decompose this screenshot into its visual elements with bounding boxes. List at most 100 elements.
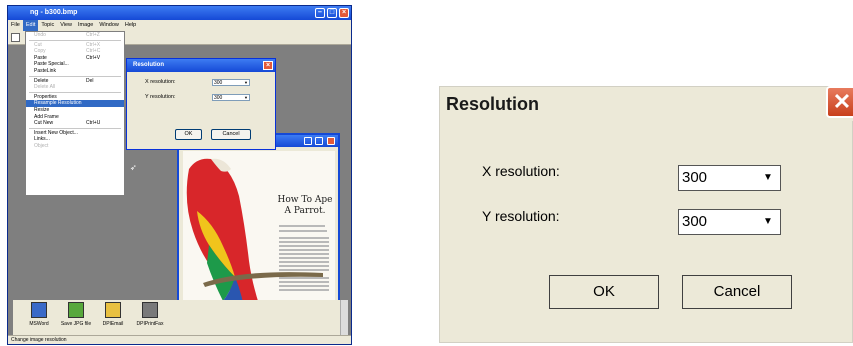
menu-separator bbox=[29, 75, 121, 77]
menu-item-label: Delete bbox=[34, 77, 49, 84]
menu-item-delete-all: Delete All bbox=[26, 84, 124, 91]
app-title-text: ng - b300.bmp bbox=[30, 9, 78, 16]
image-maximize-button[interactable] bbox=[315, 137, 323, 145]
menu-topic[interactable]: Topic bbox=[38, 20, 57, 31]
menu-image[interactable]: Image bbox=[75, 20, 96, 31]
mini-dialog-close-icon[interactable]: × bbox=[263, 61, 273, 70]
app-title-bar: ng - b300.bmp – □ × bbox=[8, 6, 351, 20]
menu-item-copy: Copy Ctrl+C bbox=[26, 48, 124, 55]
menu-help[interactable]: Help bbox=[122, 20, 139, 31]
menu-item-cut-new[interactable]: Cut New Ctrl+U bbox=[26, 120, 124, 127]
y-resolution-select[interactable]: 300 ▼ bbox=[678, 209, 781, 235]
page-text-line bbox=[279, 257, 329, 259]
menu-item-links[interactable]: Links... bbox=[26, 136, 124, 143]
x-resolution-label: X resolution: bbox=[482, 163, 560, 179]
shortcut-icon bbox=[68, 302, 84, 318]
menu-item-undo: Undo Ctrl+Z bbox=[26, 32, 124, 39]
page-text-line bbox=[279, 285, 329, 287]
menu-item-label: Insert New Object... bbox=[34, 129, 78, 136]
mini-dialog-title: Resolution bbox=[133, 62, 164, 68]
ok-button[interactable]: OK bbox=[549, 275, 659, 309]
edit-menu: Undo Ctrl+Z Cut Ctrl+X Copy Ctrl+C Paste Ctrl+V… bbox=[25, 31, 125, 196]
menu-item-paste-special[interactable]: Paste Special... bbox=[26, 61, 124, 68]
mouse-cursor-icon: ➶ bbox=[130, 163, 137, 172]
mini-x-resolution-select[interactable]: 300 ▼ bbox=[212, 79, 250, 86]
resolution-dialog: Resolution X resolution: 300 ▼ Y resolut… bbox=[439, 86, 853, 343]
shortcut-save-jpg-file[interactable]: Save JPG file bbox=[56, 300, 96, 327]
close-button[interactable]: × bbox=[339, 8, 349, 18]
menu-item-label: Delete All bbox=[34, 84, 56, 91]
mini-dialog-title-bar: Resolution × bbox=[127, 59, 275, 72]
mini-x-resolution-label: X resolution: bbox=[145, 79, 176, 85]
dropdown-arrow-icon: ▼ bbox=[244, 95, 248, 100]
page-text-line bbox=[279, 261, 329, 263]
menu-item-paste[interactable]: Paste Ctrl+V bbox=[26, 55, 124, 62]
mini-resolution-dialog: Resolution × X resolution: 300 ▼ Y resol… bbox=[126, 58, 276, 150]
menu-window[interactable]: Window bbox=[96, 20, 122, 31]
shortcut-msword[interactable]: MSWord bbox=[19, 300, 59, 327]
menu-separator bbox=[29, 39, 121, 41]
menu-item-insert-new-object[interactable]: Insert New Object... bbox=[26, 130, 124, 137]
menu-item-properties[interactable]: Properties bbox=[26, 94, 124, 101]
cancel-button[interactable]: Cancel bbox=[682, 275, 792, 309]
shortcut-dpiprintfax[interactable]: DPIPrintFax bbox=[130, 300, 170, 327]
page-text-line bbox=[279, 289, 329, 291]
dialog-close-button[interactable]: ✕ bbox=[826, 86, 853, 118]
y-resolution-label: Y resolution: bbox=[482, 208, 560, 224]
shortcut-scrollbar[interactable] bbox=[340, 300, 348, 336]
menu-item-pastelink[interactable]: PasteLink bbox=[26, 68, 124, 75]
x-resolution-value: 300 bbox=[682, 169, 708, 186]
menu-item-label: Cut New bbox=[34, 120, 54, 127]
maximize-button[interactable]: □ bbox=[327, 8, 337, 18]
menu-item-shortcut: Ctrl+C bbox=[86, 48, 101, 55]
dialog-title-bar: Resolution bbox=[440, 87, 853, 121]
page-text-line bbox=[279, 230, 327, 232]
image-close-button[interactable] bbox=[327, 137, 335, 145]
menu-item-label: Copy bbox=[34, 48, 46, 55]
menu-item-resize[interactable]: Resize bbox=[26, 107, 124, 114]
menu-separator bbox=[29, 127, 121, 129]
menu-item-label: Paste bbox=[34, 54, 47, 61]
mini-ok-button[interactable]: OK bbox=[175, 129, 202, 140]
new-file-icon[interactable] bbox=[11, 33, 20, 42]
x-resolution-select[interactable]: 300 ▼ bbox=[678, 165, 781, 191]
shortcut-bar: MSWord Save JPG file DPIEmail DPIPrintFax bbox=[13, 300, 343, 336]
menu-edit[interactable]: Edit bbox=[22, 20, 39, 31]
minimize-button[interactable]: – bbox=[315, 8, 325, 18]
mini-cancel-button[interactable]: Cancel bbox=[211, 129, 251, 140]
menu-item-label: PasteLink bbox=[34, 67, 56, 74]
shortcut-icon bbox=[142, 302, 158, 318]
page-text-line bbox=[279, 265, 329, 267]
shortcut-label: DPIPrintFax bbox=[136, 321, 164, 327]
dropdown-arrow-icon[interactable]: ▼ bbox=[758, 168, 778, 188]
menu-item-label: Paste Special... bbox=[34, 61, 69, 68]
shortcut-label: MSWord bbox=[29, 321, 49, 327]
shortcut-dpiemail[interactable]: DPIEmail bbox=[93, 300, 133, 327]
menu-item-shortcut: Ctrl+U bbox=[86, 120, 101, 127]
shortcut-label: DPIEmail bbox=[102, 321, 124, 327]
mini-y-resolution-label: Y resolution: bbox=[145, 94, 176, 100]
status-bar: Change image resolution bbox=[8, 335, 351, 344]
menu-item-label: Undo bbox=[34, 32, 46, 38]
menu-item-add-frame[interactable]: Add Frame bbox=[26, 114, 124, 121]
mini-y-resolution-select[interactable]: 300 ▼ bbox=[212, 94, 250, 101]
menu-item-label: Resize bbox=[34, 106, 50, 113]
dropdown-arrow-icon: ▼ bbox=[244, 80, 248, 85]
menu-item-label: Cut bbox=[34, 41, 42, 48]
dialog-title: Resolution bbox=[446, 94, 539, 114]
shortcut-icon bbox=[105, 302, 121, 318]
page-text-line bbox=[279, 237, 329, 239]
y-resolution-value: 300 bbox=[682, 213, 708, 230]
dropdown-arrow-icon[interactable]: ▼ bbox=[758, 212, 778, 232]
page-text-line bbox=[279, 225, 325, 227]
page-text-line bbox=[279, 253, 329, 255]
page-text-line bbox=[279, 277, 329, 279]
menu-item-label: Object bbox=[34, 142, 49, 149]
menu-view[interactable]: View bbox=[57, 20, 75, 31]
menu-item-shortcut: Ctrl+X bbox=[86, 41, 101, 48]
menu-item-delete[interactable]: Delete Del bbox=[26, 78, 124, 85]
menu-item-resample-resolution[interactable]: Resample Resolution bbox=[26, 100, 124, 107]
image-minimize-button[interactable] bbox=[304, 137, 312, 145]
menu-file[interactable]: File bbox=[8, 20, 23, 31]
page-text-line bbox=[279, 241, 329, 243]
